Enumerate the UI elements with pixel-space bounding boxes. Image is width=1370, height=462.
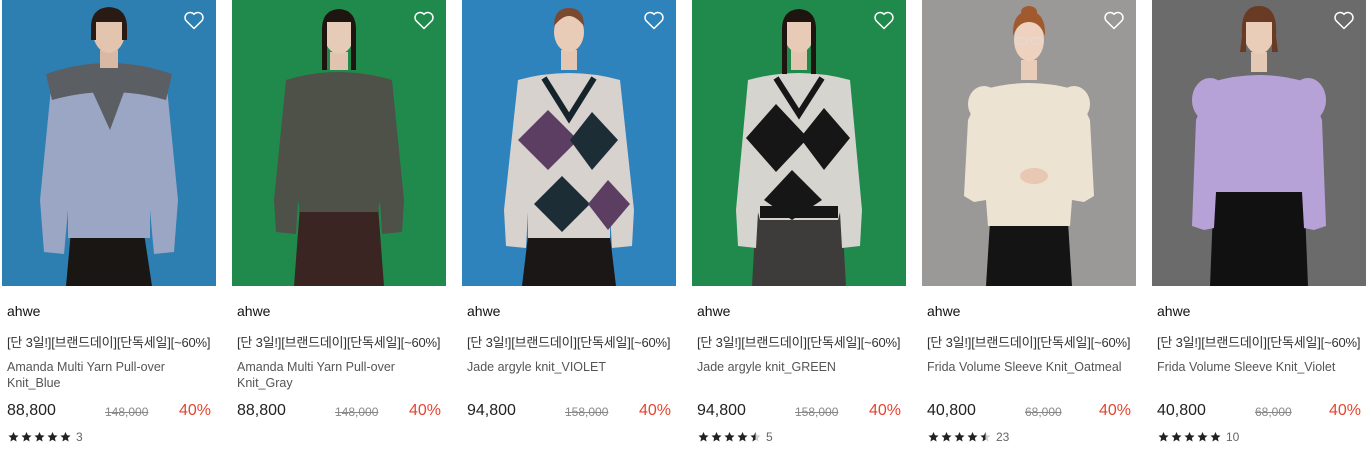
product-name[interactable]: Frida Volume Sleeve Knit_Oatmeal <box>927 359 1133 375</box>
rating: 23 <box>927 430 1009 444</box>
rating: 3 <box>7 430 83 444</box>
star-rating <box>1157 431 1222 443</box>
brand-name[interactable]: ahwe <box>467 303 500 319</box>
sale-price: 40,800 <box>1157 402 1206 419</box>
original-price: 148,000 <box>335 405 379 419</box>
promo-title[interactable]: [단 3일!][브랜드데이][단독세일][~60%] <box>467 332 673 351</box>
rating: 5 <box>697 430 773 444</box>
price-row: 40,800 68,000 40% <box>927 402 1131 422</box>
discount-rate: 40% <box>408 402 441 419</box>
product-name[interactable]: Jade argyle knit_GREEN <box>697 359 903 375</box>
star-rating <box>927 431 992 443</box>
price-row: 94,800 158,000 40% <box>697 402 901 422</box>
product-name[interactable]: Frida Volume Sleeve Knit_Violet <box>1157 359 1363 375</box>
price-row: 88,800 148,000 40% <box>7 402 211 422</box>
discount-rate: 40% <box>868 402 901 419</box>
star-icon <box>698 432 709 442</box>
product-image[interactable] <box>922 0 1136 286</box>
original-price: 68,000 <box>1025 405 1062 419</box>
product-grid: ahwe [단 3일!][브랜드데이][단독세일][~60%] Amanda M… <box>0 0 1370 462</box>
wishlist-heart-icon[interactable] <box>642 8 666 32</box>
original-price: 158,000 <box>565 405 609 419</box>
promo-title[interactable]: [단 3일!][브랜드데이][단독세일][~60%] <box>927 332 1133 351</box>
star-icon <box>60 432 71 442</box>
star-icon <box>724 432 735 442</box>
star-icon <box>1197 432 1208 442</box>
star-rating <box>7 431 72 443</box>
sale-price: 94,800 <box>467 402 516 419</box>
discount-rate: 40% <box>638 402 671 419</box>
star-icon <box>47 432 58 442</box>
discount-rate: 40% <box>1328 402 1361 419</box>
wishlist-heart-icon[interactable] <box>872 8 896 32</box>
sale-price: 40,800 <box>927 402 976 419</box>
price-row: 88,800 148,000 40% <box>237 402 441 422</box>
product-card[interactable]: ahwe [단 3일!][브랜드데이][단독세일][~60%] Amanda M… <box>232 0 446 462</box>
price-row: 40,800 68,000 40% <box>1157 402 1361 422</box>
star-icon <box>967 432 978 442</box>
product-image[interactable] <box>232 0 446 286</box>
product-image[interactable] <box>2 0 216 286</box>
brand-name[interactable]: ahwe <box>927 303 960 319</box>
promo-title[interactable]: [단 3일!][브랜드데이][단독세일][~60%] <box>1157 332 1363 351</box>
product-name[interactable]: Amanda Multi Yarn Pull-over Knit_Gray <box>237 359 443 391</box>
brand-name[interactable]: ahwe <box>697 303 730 319</box>
star-icon <box>1184 432 1195 442</box>
product-card[interactable]: ahwe [단 3일!][브랜드데이][단독세일][~60%] Frida Vo… <box>1152 0 1366 462</box>
sale-price: 94,800 <box>697 402 746 419</box>
brand-name[interactable]: ahwe <box>1157 303 1190 319</box>
star-icon <box>8 432 19 442</box>
promo-title[interactable]: [단 3일!][브랜드데이][단독세일][~60%] <box>697 332 903 351</box>
product-image[interactable] <box>462 0 676 286</box>
star-icon <box>954 432 965 442</box>
star-icon <box>1210 432 1221 442</box>
star-icon <box>750 432 761 442</box>
review-count: 23 <box>996 430 1010 444</box>
sale-price: 88,800 <box>7 402 56 419</box>
promo-title[interactable]: [단 3일!][브랜드데이][단독세일][~60%] <box>237 332 443 351</box>
product-card[interactable]: ahwe [단 3일!][브랜드데이][단독세일][~60%] Amanda M… <box>2 0 216 462</box>
discount-rate: 40% <box>1098 402 1131 419</box>
wishlist-heart-icon[interactable] <box>1332 8 1356 32</box>
star-icon <box>941 432 952 442</box>
star-icon <box>928 432 939 442</box>
product-card[interactable]: ahwe [단 3일!][브랜드데이][단독세일][~60%] Frida Vo… <box>922 0 1136 462</box>
rating: 10 <box>1157 430 1239 444</box>
wishlist-heart-icon[interactable] <box>1102 8 1126 32</box>
star-icon <box>34 432 45 442</box>
product-card[interactable]: ahwe [단 3일!][브랜드데이][단독세일][~60%] Jade arg… <box>692 0 906 462</box>
star-icon <box>1158 432 1169 442</box>
star-icon <box>980 432 991 442</box>
review-count: 10 <box>1226 430 1240 444</box>
star-icon <box>737 432 748 442</box>
original-price: 148,000 <box>105 405 149 419</box>
discount-rate: 40% <box>178 402 211 419</box>
product-image[interactable] <box>692 0 906 286</box>
price-row: 94,800 158,000 40% <box>467 402 671 422</box>
star-rating <box>697 431 762 443</box>
sale-price: 88,800 <box>237 402 286 419</box>
promo-title[interactable]: [단 3일!][브랜드데이][단독세일][~60%] <box>7 332 213 351</box>
star-icon <box>21 432 32 442</box>
product-name[interactable]: Jade argyle knit_VIOLET <box>467 359 673 375</box>
star-icon <box>1171 432 1182 442</box>
product-image[interactable] <box>1152 0 1366 286</box>
review-count: 3 <box>76 430 83 444</box>
star-icon <box>711 432 722 442</box>
wishlist-heart-icon[interactable] <box>182 8 206 32</box>
original-price: 158,000 <box>795 405 839 419</box>
brand-name[interactable]: ahwe <box>237 303 270 319</box>
review-count: 5 <box>766 430 773 444</box>
original-price: 68,000 <box>1255 405 1292 419</box>
product-name[interactable]: Amanda Multi Yarn Pull-over Knit_Blue <box>7 359 213 391</box>
wishlist-heart-icon[interactable] <box>412 8 436 32</box>
brand-name[interactable]: ahwe <box>7 303 40 319</box>
product-card[interactable]: ahwe [단 3일!][브랜드데이][단독세일][~60%] Jade arg… <box>462 0 676 462</box>
